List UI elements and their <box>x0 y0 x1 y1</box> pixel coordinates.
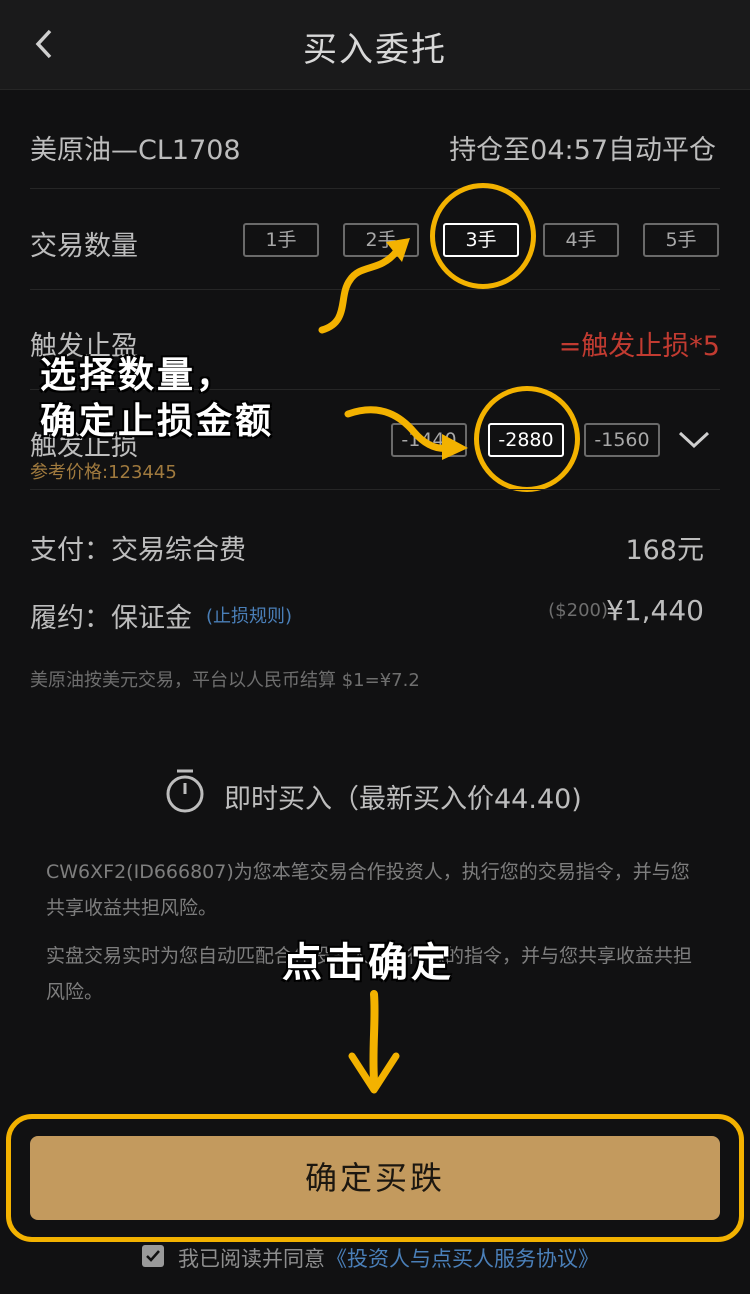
annotation-select-quantity: 选择数量， <box>40 355 236 396</box>
confirm-buy-down-button[interactable]: 确定买跌 <box>30 1136 720 1220</box>
fx-note: 美原油按美元交易，平台以人民币结算 $1=¥7.2 <box>30 670 420 691</box>
agreement-checkbox[interactable] <box>142 1245 164 1267</box>
investor-note-1: CW6XF2(ID666807)为您本笔交易合作投资人，执行您的交易指令，并与您… <box>46 861 690 919</box>
pay-fee-label: 支付：交易综合费 <box>30 535 246 566</box>
chevron-down-icon[interactable] <box>678 430 710 450</box>
quantity-label: 交易数量 <box>30 231 138 262</box>
hold-until-text: 持仓至04:57自动平仓 <box>449 135 716 166</box>
stopwatch-icon <box>166 769 204 813</box>
divider <box>30 489 720 490</box>
down-arrow-icon <box>348 990 400 1094</box>
quantity-option-4[interactable]: 4手 <box>543 223 619 257</box>
product-name: 美原油—CL1708 <box>30 135 241 166</box>
margin-usd: ($200) <box>548 600 608 621</box>
page-title: 买入委托 <box>303 30 447 70</box>
stop-loss-highlight-circle <box>474 386 580 492</box>
divider <box>30 188 720 189</box>
stop-loss-option-1560[interactable]: -1560 <box>584 423 660 457</box>
take-profit-value: =触发止损*5 <box>558 331 720 362</box>
quantity-highlight-circle <box>430 183 536 289</box>
annotation-set-stop-loss: 确定止损金额 <box>40 401 275 442</box>
agreement-link[interactable]: 《投资人与点买人服务协议》 <box>326 1243 599 1273</box>
curly-arrow-icon <box>344 406 468 460</box>
annotation-click-confirm: 点击确定 <box>282 940 454 986</box>
checkmark-icon <box>146 1250 160 1262</box>
margin-label: 履约：保证金 <box>30 603 192 634</box>
stop-loss-rules-link[interactable]: (止损规则) <box>206 602 292 628</box>
agreement-prefix: 我已阅读并同意 <box>178 1247 325 1271</box>
margin-value: ¥1,440 <box>606 594 704 627</box>
top-bar: 买入委托 <box>0 0 750 90</box>
pay-fee-value: 168元 <box>625 535 704 566</box>
instant-buy-text: 即时买入（最新买入价44.40) <box>224 784 582 815</box>
quantity-option-1[interactable]: 1手 <box>243 223 319 257</box>
curly-arrow-icon <box>318 238 410 334</box>
quantity-option-5[interactable]: 5手 <box>643 223 719 257</box>
reference-price: 参考价格:123445 <box>30 462 177 483</box>
